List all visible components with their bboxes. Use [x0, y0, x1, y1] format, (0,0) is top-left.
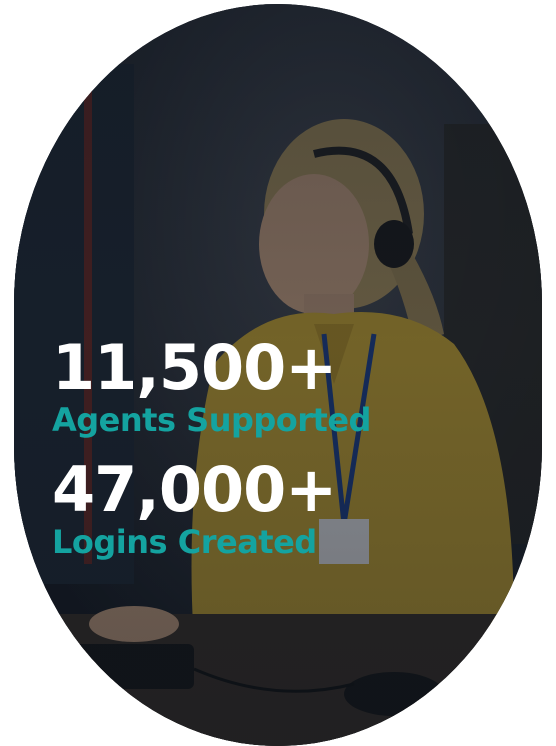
stats-capsule: 11,500+ Agents Supported 47,000+ Logins … — [14, 4, 542, 746]
stat-value-logins: 47,000+ — [52, 453, 337, 526]
stat-label-agents: Agents Supported — [52, 401, 371, 439]
stat-value-agents: 11,500+ — [52, 331, 337, 404]
stat-label-logins: Logins Created — [52, 523, 317, 561]
stats-block: 11,500+ Agents Supported 47,000+ Logins … — [52, 334, 371, 578]
